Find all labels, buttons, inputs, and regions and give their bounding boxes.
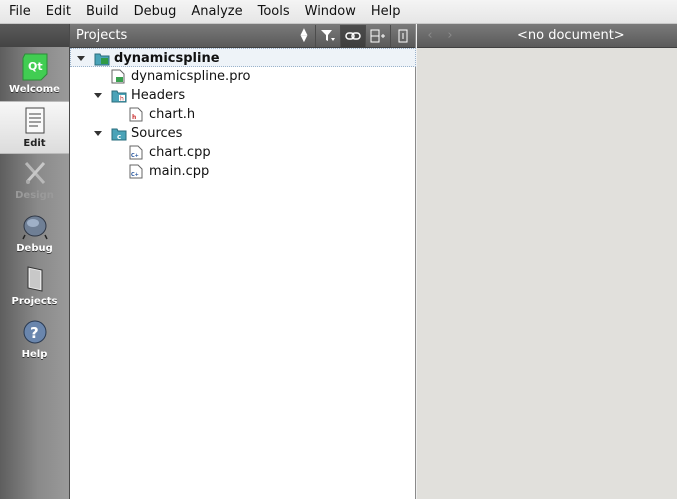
projects-icon [27,266,42,292]
edit-document-icon [25,107,44,134]
svg-text:h: h [132,114,136,121]
tree-item-label: dynamicspline.pro [131,69,251,84]
editor-toolbar: ‹ › <no document> [417,24,677,48]
back-arrow-icon[interactable]: ‹ [420,28,440,43]
menu-bar: File Edit Build Debug Analyze Tools Wind… [0,0,677,24]
tree-item-headers[interactable]: h Headers [70,86,416,105]
tree-item-label: chart.cpp [149,145,211,160]
projects-view-selector[interactable]: Projects [70,28,127,43]
close-pane-button[interactable] [390,24,415,47]
mode-label: Edit [23,138,46,149]
menu-edit[interactable]: Edit [37,0,77,24]
headers-folder-icon: h [111,90,127,103]
debug-icon [21,215,48,240]
filter-icon [321,29,335,41]
tree-item-label: Sources [131,126,183,141]
svg-text:Qt: Qt [28,60,43,73]
menu-tools[interactable]: Tools [249,0,296,24]
menu-file[interactable]: File [0,0,37,24]
mode-label: Projects [11,296,58,307]
cpp-file-icon: C+ [129,164,143,179]
document-title[interactable]: <no document> [517,28,625,43]
link-icon [345,31,361,40]
tree-item-cpp-file[interactable]: C+ chart.cpp [70,143,416,162]
design-icon [24,161,45,185]
mode-label: Debug [16,243,53,254]
sources-folder-icon: c [111,128,127,141]
menu-debug[interactable]: Debug [125,0,183,24]
mode-help[interactable]: ? Help [0,313,69,366]
mode-debug[interactable]: Debug [0,207,69,260]
cpp-file-icon: C+ [129,145,143,160]
svg-text:?: ? [30,324,39,342]
qt-logo-icon: Qt [22,53,47,81]
mode-selector-bar: Qt Welcome Edit Design Debug Projects ? … [0,24,70,499]
tree-item-label: Headers [131,88,186,103]
tree-item-label: dynamicspline [114,51,220,66]
mode-bar-top [0,24,69,47]
expand-arrow-icon[interactable] [94,131,102,136]
mode-label: Welcome [9,84,60,95]
tree-item-sources[interactable]: c Sources [70,124,416,143]
menu-build[interactable]: Build [77,0,125,24]
forward-arrow-icon[interactable]: › [440,28,460,43]
projects-pane: Projects ▲ ▼ dynamicspline dynamicspline… [70,24,416,499]
menu-analyze[interactable]: Analyze [182,0,248,24]
tree-item-header-file[interactable]: h chart.h [70,105,416,124]
mode-label: Design [15,190,54,201]
mode-projects[interactable]: Projects [0,260,69,313]
sync-editor-button[interactable] [340,24,365,47]
pro-file-icon [111,69,125,84]
expand-arrow-icon[interactable] [77,56,85,61]
combo-arrows-icon[interactable]: ▲ ▼ [299,27,309,43]
mode-edit[interactable]: Edit [0,101,69,154]
help-icon: ? [23,320,46,344]
expand-arrow-icon[interactable] [94,93,102,98]
editor-body[interactable] [420,50,677,499]
project-folder-icon [94,53,110,66]
tree-item-project[interactable]: dynamicspline [70,48,416,67]
close-pane-icon [398,29,408,42]
svg-text:C+: C+ [131,153,139,159]
svg-text:h: h [120,96,124,103]
split-button[interactable] [365,24,390,47]
header-file-icon: h [129,107,143,122]
projects-header: Projects ▲ ▼ [70,24,415,48]
split-icon [370,29,385,42]
svg-text:c: c [117,133,121,141]
tree-item-label: chart.h [149,107,196,122]
tree-item-label: main.cpp [149,164,210,179]
filter-button[interactable] [315,24,340,47]
mode-label: Help [21,349,48,360]
menu-help[interactable]: Help [362,0,407,24]
tree-item-cpp-file[interactable]: C+ main.cpp [70,162,416,181]
svg-text:C+: C+ [131,172,139,178]
tree-item-pro-file[interactable]: dynamicspline.pro [70,67,416,86]
mode-design[interactable]: Design [0,154,69,207]
mode-welcome[interactable]: Qt Welcome [0,48,69,101]
editor-area: ‹ › <no document> [417,24,677,499]
menu-window[interactable]: Window [296,0,362,24]
